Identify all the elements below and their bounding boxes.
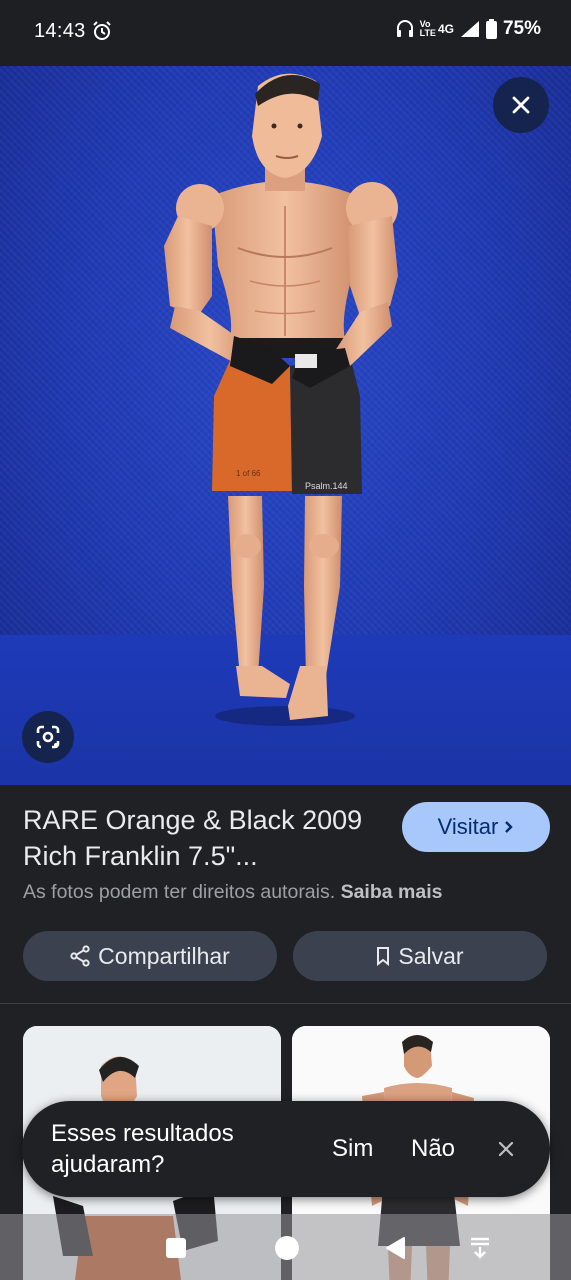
- save-button[interactable]: Salvar: [293, 931, 547, 981]
- recents-button[interactable]: [166, 1238, 186, 1258]
- status-time: 14:43: [34, 20, 86, 42]
- close-button[interactable]: [493, 77, 549, 133]
- feedback-toast: Esses resultados ajudaram? Sim Não: [22, 1101, 550, 1197]
- status-icons: Vo LTE 4G 75%: [396, 18, 541, 40]
- close-icon[interactable]: [496, 1139, 516, 1159]
- status-bar: 14:43 Vo LTE 4G 75%: [0, 0, 571, 66]
- battery-icon: [485, 19, 497, 39]
- home-button[interactable]: [275, 1236, 299, 1260]
- battery-percent: 75%: [502, 18, 541, 39]
- feedback-question: Esses resultados ajudaram?: [51, 1120, 234, 1178]
- visit-label: Visitar: [437, 814, 499, 839]
- keyboard-hide-icon[interactable]: [468, 1236, 492, 1260]
- lte-label: LTE: [419, 28, 436, 38]
- network-type: 4G: [437, 21, 454, 36]
- network-indicator: Vo LTE 4G: [420, 20, 454, 38]
- result-title[interactable]: RARE Orange & Black 2009 Rich Franklin 7…: [23, 802, 383, 874]
- chevron-right-icon: [505, 821, 514, 833]
- close-icon: [512, 96, 530, 114]
- headphones-icon: [396, 20, 413, 37]
- lens-button[interactable]: [22, 711, 74, 763]
- copyright-notice: As fotos podem ter direitos autorais. Sa…: [23, 881, 442, 904]
- learn-more-link[interactable]: Saiba mais: [341, 881, 443, 903]
- share-icon: [70, 945, 90, 967]
- back-button[interactable]: [384, 1236, 406, 1260]
- feedback-yes-button[interactable]: Sim: [332, 1135, 373, 1163]
- result-image[interactable]: Psalm.144 1 of 66: [0, 66, 571, 785]
- share-label: Compartilhar: [98, 942, 230, 969]
- action-figure-image: Psalm.144 1 of 66: [164, 73, 398, 726]
- section-divider: [0, 1003, 571, 1004]
- signal-icon: [460, 21, 479, 37]
- share-button[interactable]: Compartilhar: [23, 931, 277, 981]
- visit-button[interactable]: Visitar: [402, 802, 550, 852]
- lens-icon: [36, 725, 60, 749]
- feedback-no-button[interactable]: Não: [411, 1135, 455, 1163]
- save-label: Salvar: [398, 942, 464, 969]
- alarm-icon: [93, 21, 111, 40]
- copyright-text: As fotos podem ter direitos autorais.: [23, 881, 336, 903]
- svg-text:Psalm.144: Psalm.144: [305, 481, 348, 491]
- system-nav-bar: [0, 1214, 571, 1280]
- bookmark-icon: [377, 947, 390, 966]
- svg-text:1 of 66: 1 of 66: [236, 469, 261, 478]
